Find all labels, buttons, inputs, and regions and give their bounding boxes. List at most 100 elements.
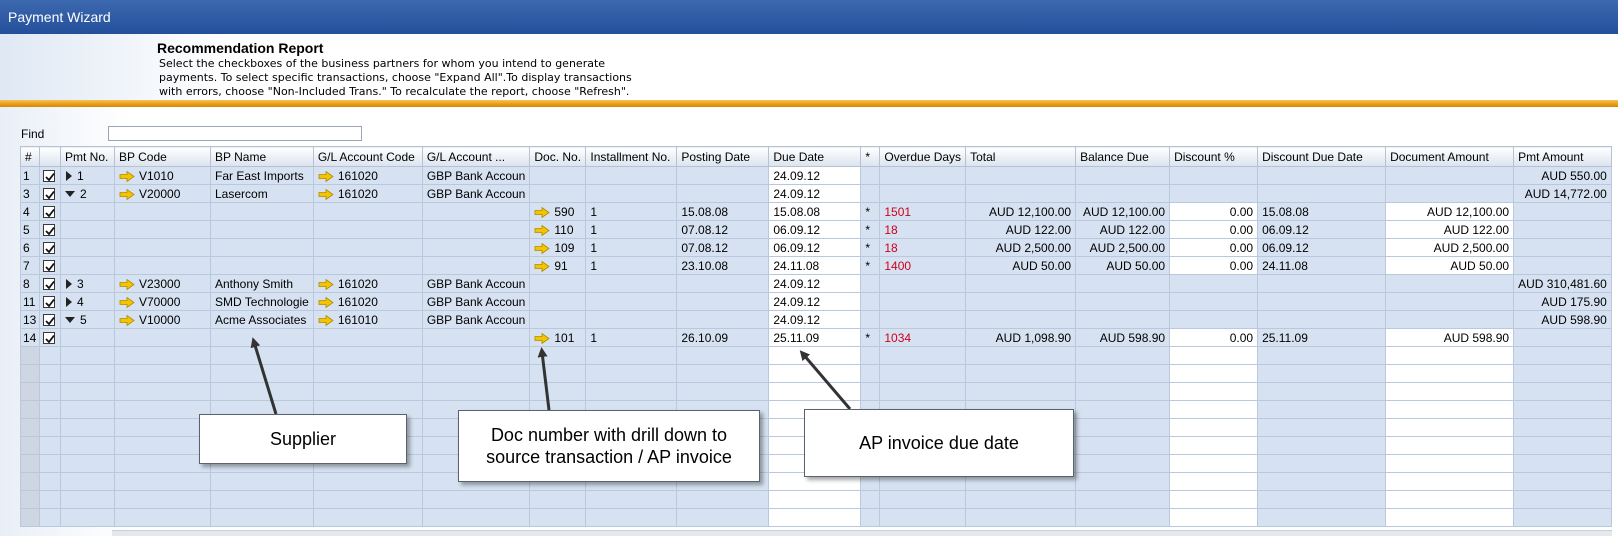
link-arrow-icon[interactable] — [534, 242, 551, 254]
doc-number-cell[interactable]: 101 — [529, 328, 587, 347]
row-checkbox[interactable] — [43, 260, 55, 273]
checkbox-cell[interactable] — [39, 238, 61, 257]
column-header[interactable]: Posting Date — [676, 146, 770, 167]
column-header[interactable]: Doc. No. — [529, 146, 587, 167]
gl-account-code-cell[interactable]: 161020 — [312, 184, 423, 203]
row-checkbox[interactable] — [43, 170, 55, 183]
column-header[interactable]: G/L Account ... — [421, 146, 531, 167]
doc-number-cell[interactable]: 110 — [529, 220, 587, 239]
find-input[interactable] — [108, 126, 362, 141]
document-amount-cell[interactable]: AUD 2,500.00 — [1385, 238, 1515, 257]
row-checkbox[interactable] — [43, 296, 55, 309]
link-arrow-icon[interactable] — [534, 260, 551, 272]
bp-code-cell[interactable]: V70000 — [114, 292, 211, 311]
bp-code-cell[interactable]: V20000 — [114, 184, 211, 203]
due-date-cell[interactable]: 24.09.12 — [768, 184, 862, 203]
due-date-cell[interactable]: 24.11.08 — [768, 256, 862, 275]
horizontal-scrollbar[interactable] — [112, 530, 1612, 536]
bp-code-cell[interactable]: V23000 — [114, 274, 211, 293]
table-row[interactable]: 6 109 1 07.08.12 06.09.12 * 18 AUD 2,500.00 AUD … — [20, 238, 1612, 257]
gl-account-code-cell[interactable]: 161020 — [312, 292, 423, 311]
link-arrow-icon[interactable] — [318, 278, 334, 290]
document-amount-cell[interactable]: AUD 50.00 — [1385, 256, 1515, 275]
bp-code-cell[interactable]: V1010 — [114, 166, 211, 185]
collapsed-triangle-icon[interactable] — [66, 279, 72, 290]
pmt-number-cell[interactable]: 5 — [60, 310, 115, 329]
column-header[interactable]: BP Name — [210, 146, 314, 167]
discount-percent-cell[interactable]: 0.00 — [1169, 202, 1259, 221]
column-header[interactable]: Installment No. — [585, 146, 678, 167]
link-arrow-icon[interactable] — [534, 206, 551, 218]
table-row[interactable]: 14 101 1 26.10.09 25.11.09 * 1034 AUD 1,098.90 A… — [20, 328, 1612, 347]
link-arrow-icon[interactable] — [119, 296, 135, 308]
column-header[interactable]: Due Date — [768, 146, 862, 167]
table-row[interactable]: 5 110 1 07.08.12 06.09.12 * 18 AUD 122.00 AUD 12… — [20, 220, 1612, 239]
column-header[interactable]: G/L Account Code — [312, 146, 423, 167]
due-date-cell[interactable]: 15.08.08 — [768, 202, 862, 221]
column-header[interactable]: Discount % — [1169, 146, 1259, 167]
checkbox-cell[interactable] — [39, 310, 61, 329]
column-header[interactable]: Pmt No. — [60, 146, 115, 167]
checkbox-cell[interactable] — [39, 220, 61, 239]
checkbox-cell[interactable] — [39, 292, 61, 311]
due-date-cell[interactable]: 24.09.12 — [768, 310, 862, 329]
table-row[interactable]: 1 1 V1010 Far East Imports 161020 GBP Bank Ac… — [20, 166, 1612, 185]
table-row[interactable]: 4 590 1 15.08.08 15.08.08 * 1501 AUD 12,100.00 A… — [20, 202, 1612, 221]
document-amount-cell[interactable]: AUD 12,100.00 — [1385, 202, 1515, 221]
expanded-triangle-icon[interactable] — [65, 191, 75, 198]
checkbox-cell[interactable] — [39, 328, 61, 347]
doc-number-cell[interactable]: 109 — [529, 238, 587, 257]
table-row[interactable]: 7 91 1 23.10.08 24.11.08 * 1400 AUD 50.00 AUD 50… — [20, 256, 1612, 275]
row-checkbox[interactable] — [43, 278, 55, 291]
column-header[interactable]: Pmt Amount — [1513, 146, 1612, 167]
column-header[interactable]: BP Code — [114, 146, 211, 167]
link-arrow-icon[interactable] — [318, 314, 334, 326]
row-checkbox[interactable] — [43, 224, 55, 237]
link-arrow-icon[interactable] — [534, 224, 551, 236]
discount-percent-cell[interactable]: 0.00 — [1169, 238, 1259, 257]
table-row[interactable]: 13 5 V10000 Acme Associates 161010 GBP Bank A… — [20, 310, 1612, 329]
pmt-number-cell[interactable]: 2 — [60, 184, 115, 203]
column-header[interactable]: Balance Due — [1075, 146, 1171, 167]
gl-account-code-cell[interactable]: 161010 — [312, 310, 423, 329]
column-header[interactable]: Overdue Days — [879, 146, 967, 167]
collapsed-triangle-icon[interactable] — [66, 171, 72, 182]
doc-number-cell[interactable]: 590 — [529, 202, 587, 221]
due-date-cell[interactable]: 06.09.12 — [768, 220, 862, 239]
link-arrow-icon[interactable] — [318, 296, 334, 308]
link-arrow-icon[interactable] — [534, 332, 551, 344]
column-header[interactable]: Document Amount — [1385, 146, 1515, 167]
column-header[interactable]: Total — [965, 146, 1077, 167]
expanded-triangle-icon[interactable] — [65, 317, 75, 324]
link-arrow-icon[interactable] — [119, 278, 135, 290]
table-row[interactable]: 11 4 V70000 SMD Technologie 161020 GBP Bank A… — [20, 292, 1612, 311]
row-checkbox[interactable] — [43, 206, 55, 219]
discount-percent-cell[interactable]: 0.00 — [1169, 256, 1259, 275]
gl-account-code-cell[interactable]: 161020 — [312, 166, 423, 185]
document-amount-cell[interactable]: AUD 598.90 — [1385, 328, 1515, 347]
pmt-number-cell[interactable]: 1 — [60, 166, 115, 185]
column-header[interactable]: Discount Due Date — [1257, 146, 1387, 167]
checkbox-cell[interactable] — [39, 166, 61, 185]
due-date-cell[interactable]: 25.11.09 — [768, 328, 862, 347]
checkbox-cell[interactable] — [39, 274, 61, 293]
link-arrow-icon[interactable] — [119, 188, 135, 200]
discount-percent-cell[interactable]: 0.00 — [1169, 220, 1259, 239]
link-arrow-icon[interactable] — [318, 188, 334, 200]
checkbox-cell[interactable] — [39, 184, 61, 203]
checkbox-cell[interactable] — [39, 256, 61, 275]
checkbox-cell[interactable] — [39, 202, 61, 221]
due-date-cell[interactable]: 06.09.12 — [768, 238, 862, 257]
row-checkbox[interactable] — [43, 332, 55, 345]
row-checkbox[interactable] — [43, 242, 55, 255]
link-arrow-icon[interactable] — [119, 314, 135, 326]
pmt-number-cell[interactable]: 3 — [60, 274, 115, 293]
due-date-cell[interactable]: 24.09.12 — [768, 292, 862, 311]
due-date-cell[interactable]: 24.09.12 — [768, 166, 862, 185]
column-header[interactable]: # — [20, 146, 40, 167]
gl-account-code-cell[interactable]: 161020 — [312, 274, 423, 293]
column-header[interactable] — [39, 146, 61, 167]
document-amount-cell[interactable]: AUD 122.00 — [1385, 220, 1515, 239]
doc-number-cell[interactable]: 91 — [529, 256, 587, 275]
bp-code-cell[interactable]: V10000 — [114, 310, 211, 329]
